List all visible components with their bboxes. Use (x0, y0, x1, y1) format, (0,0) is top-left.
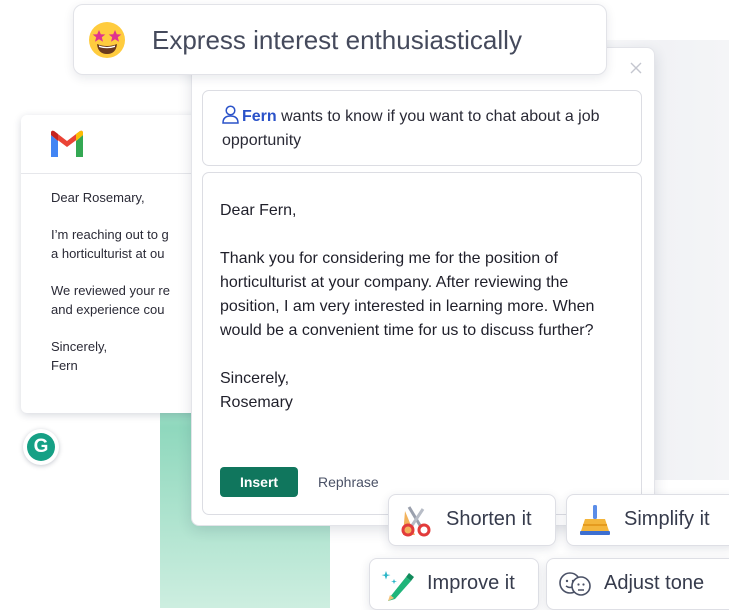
intent-label: Express interest enthusiastically (152, 25, 522, 55)
broom-icon (580, 505, 610, 535)
grammarly-button[interactable]: G (23, 429, 59, 465)
adjust-tone-button[interactable]: Adjust tone (546, 558, 729, 610)
shorten-it-button[interactable]: Shorten it (388, 494, 556, 546)
reply-draft[interactable]: Dear Fern, Thank you for considering me … (202, 172, 642, 515)
improve-it-label: Improve it (427, 572, 515, 594)
shorten-it-label: Shorten it (446, 508, 532, 530)
scissors-icon (401, 506, 431, 537)
reply-greeting: Dear Fern, (220, 202, 297, 219)
reply-text: Dear Fern, Thank you for considering me … (220, 199, 623, 439)
adjust-tone-label: Adjust tone (604, 572, 705, 594)
close-icon[interactable] (630, 62, 642, 74)
magic-pencil-icon (381, 571, 414, 601)
gmail-logo-icon (51, 130, 83, 157)
grammarly-logo-icon: G (27, 433, 55, 461)
email-text: and experience cou (51, 302, 165, 317)
rephrase-button[interactable]: Rephrase (318, 467, 379, 497)
email-text: a horticulturist at ou (51, 246, 165, 261)
context-message: wants to know if you want to chat about … (222, 108, 600, 149)
star-struck-emoji-icon (89, 22, 125, 58)
simplify-it-button[interactable]: Simplify it (566, 494, 729, 546)
reply-name: Rosemary (220, 394, 293, 411)
email-text: I’m reaching out to g (51, 227, 169, 242)
reply-body: Thank you for considering me for the pos… (220, 250, 595, 339)
tone-faces-icon (559, 572, 591, 596)
person-icon (222, 105, 239, 124)
context-text: Fern wants to know if you want to chat a… (222, 105, 629, 153)
assistant-panel: Fern wants to know if you want to chat a… (191, 47, 655, 526)
reply-signoff: Sincerely, (220, 370, 290, 387)
email-text: We reviewed your re (51, 283, 170, 298)
simplify-it-label: Simplify it (624, 508, 710, 530)
context-summary: Fern wants to know if you want to chat a… (202, 90, 642, 166)
improve-it-button[interactable]: Improve it (369, 558, 539, 610)
insert-button[interactable]: Insert (220, 467, 298, 497)
reply-signature: Sincerely, Rosemary (220, 367, 623, 415)
email-signoff: Sincerely, (51, 339, 108, 354)
context-sender-name: Fern (242, 108, 277, 125)
intent-suggestion[interactable]: Express interest enthusiastically (73, 4, 607, 75)
email-sender: Fern (51, 358, 78, 373)
